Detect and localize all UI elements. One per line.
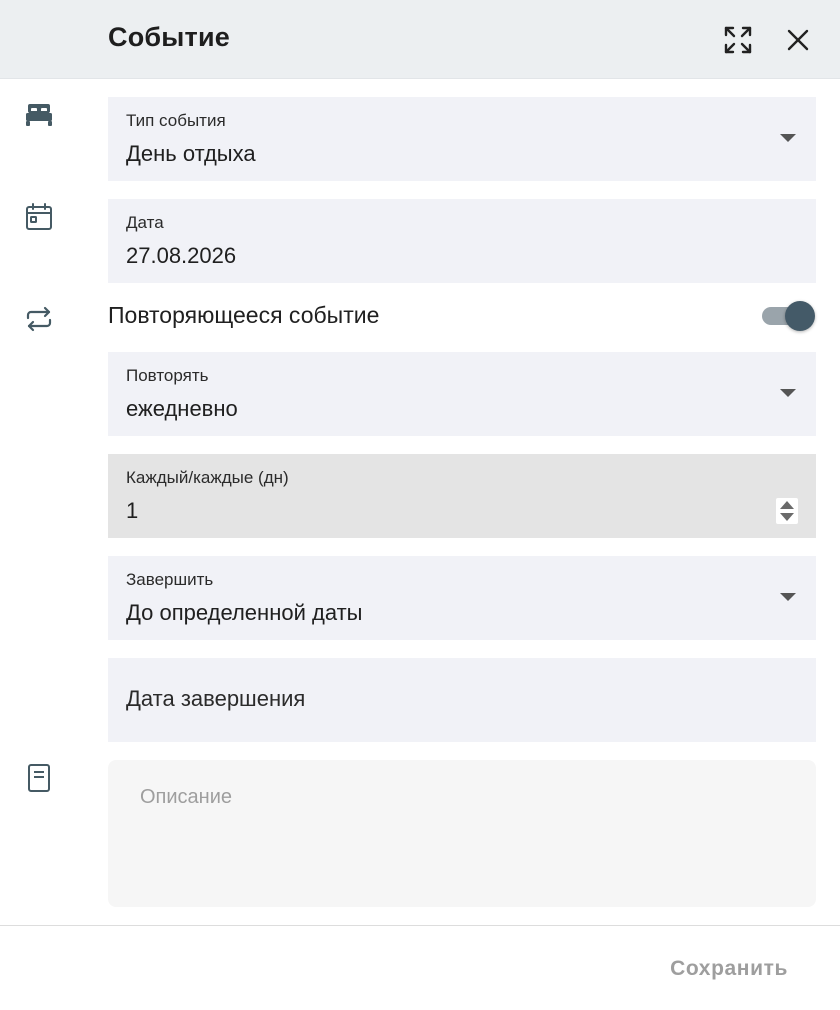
interval-field[interactable]: Каждый/каждые (дн) 1 — [108, 454, 816, 538]
end-label: Завершить — [126, 570, 214, 589]
stepper-down-icon[interactable] — [780, 513, 794, 521]
save-button[interactable]: Сохранить — [670, 957, 788, 981]
end-value: До определенной даты — [126, 600, 363, 625]
recurring-toggle[interactable] — [760, 300, 816, 332]
repeat-icon — [22, 302, 56, 336]
expand-button[interactable] — [720, 22, 756, 58]
stepper-up-icon[interactable] — [780, 501, 794, 509]
bed-icon — [22, 98, 56, 132]
end-select[interactable]: Завершить До определенной даты — [108, 556, 816, 640]
interval-label: Каждый/каждые (дн) — [126, 468, 289, 487]
dialog-title: Событие — [108, 22, 230, 52]
chevron-down-icon — [780, 389, 796, 397]
toggle-thumb — [785, 301, 815, 331]
dialog-header: Событие — [0, 0, 840, 79]
dialog-footer: Сохранить — [0, 925, 840, 1010]
close-button[interactable] — [780, 22, 816, 58]
chevron-down-icon — [780, 134, 796, 142]
event-type-label: Тип события — [126, 111, 226, 130]
end-date-placeholder: Дата завершения — [126, 686, 306, 711]
event-type-select[interactable]: Тип события День отдыха — [108, 97, 816, 181]
interval-stepper[interactable] — [776, 498, 798, 524]
event-type-value: День отдыха — [126, 141, 256, 166]
date-field[interactable]: Дата 27.08.2026 — [108, 199, 816, 283]
recurring-label: Повторяющееся событие — [108, 302, 380, 328]
repeat-select[interactable]: Повторять ежедневно — [108, 352, 816, 436]
close-icon — [787, 29, 809, 51]
event-dialog: Событие Тип события День отдыха Дата 27.… — [0, 0, 840, 1010]
note-icon — [22, 761, 56, 795]
expand-icon — [724, 26, 752, 54]
repeat-label: Повторять — [126, 366, 209, 385]
interval-value: 1 — [126, 498, 139, 523]
date-value: 27.08.2026 — [126, 243, 237, 268]
end-date-field[interactable]: Дата завершения — [108, 658, 816, 742]
description-input[interactable] — [108, 760, 816, 907]
repeat-value: ежедневно — [126, 396, 238, 421]
chevron-down-icon — [780, 593, 796, 601]
date-label: Дата — [126, 213, 164, 232]
calendar-icon — [22, 200, 56, 234]
